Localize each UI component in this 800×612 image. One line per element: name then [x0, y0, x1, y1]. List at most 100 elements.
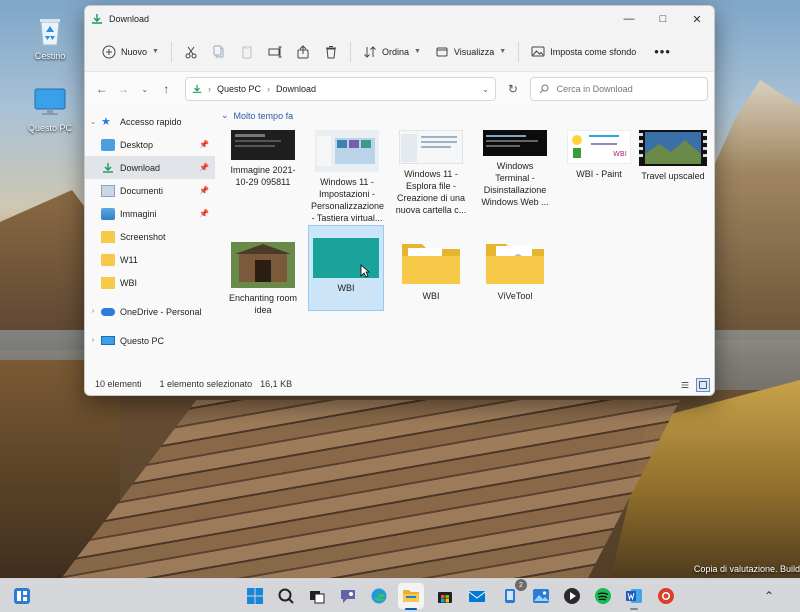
group-header[interactable]: ⌄ Molto tempo fa — [221, 110, 293, 121]
file-name: ViVeTool — [497, 291, 533, 301]
title-bar[interactable]: Download — □ ✕ — [85, 6, 714, 32]
paste-icon — [242, 45, 252, 58]
status-bar: 10 elementi 1 elemento selezionato 16,1 … — [85, 373, 714, 395]
sidebar-item-w11[interactable]: W11 — [85, 248, 215, 271]
desktop-this-pc[interactable]: Questo PC — [20, 84, 80, 133]
breadcrumb-download[interactable]: Download — [276, 84, 316, 94]
pin-icon: 📌 — [199, 163, 209, 172]
spotify-button[interactable] — [590, 583, 616, 609]
file-name: Travel upscaled — [641, 171, 705, 181]
widgets-button[interactable] — [9, 583, 35, 609]
file-explorer-button[interactable] — [398, 583, 424, 610]
windows-logo-icon — [247, 588, 263, 604]
chevron-down-icon: ▼ — [499, 48, 507, 55]
large-icons-view-icon[interactable] — [696, 378, 710, 392]
word-button[interactable] — [621, 583, 647, 610]
file-list: ⌄ Molto tempo fa Immagine 2021-10-29 095… — [215, 106, 714, 376]
chevron-down-icon: ▼ — [152, 48, 159, 55]
copy-icon — [213, 45, 224, 57]
close-button[interactable]: ✕ — [680, 6, 714, 32]
store-button[interactable] — [432, 583, 458, 609]
breadcrumb-separator: › — [208, 84, 211, 94]
address-history-chevron-icon[interactable]: ⌄ — [482, 84, 490, 95]
chevron-up-icon: ⌃ — [763, 589, 775, 603]
sidebar-item-documents[interactable]: Documenti 📌 — [85, 179, 215, 202]
photos-button[interactable] — [528, 583, 554, 609]
file-tile[interactable]: Windows Terminal - Disinstallazione Wind… — [479, 124, 551, 208]
set-wallpaper-label: Imposta come sfondo — [550, 46, 637, 57]
mail-app-button[interactable]: 2 — [497, 579, 527, 609]
sort-label: Ordina — [381, 46, 409, 57]
photos-icon — [533, 589, 549, 603]
start-button[interactable] — [242, 583, 268, 609]
file-tile[interactable]: Windows 11 - Esplora file - Creazione di… — [395, 124, 467, 216]
task-view-button[interactable] — [304, 583, 330, 609]
cut-button[interactable] — [177, 39, 205, 65]
rename-button[interactable] — [261, 39, 289, 65]
forward-button[interactable]: → — [113, 82, 135, 96]
more-options-button[interactable]: ••• — [647, 39, 678, 65]
search-taskbar-button[interactable] — [273, 583, 299, 609]
details-view-icon[interactable] — [678, 378, 692, 392]
refresh-button[interactable]: ↻ — [502, 82, 524, 96]
edge-button[interactable] — [366, 583, 392, 609]
sidebar-item-download[interactable]: Download 📌 — [85, 156, 215, 179]
file-tile[interactable]: WBI WBI - Paint — [563, 124, 635, 180]
group-header-label: Molto tempo fa — [233, 110, 294, 121]
sidebar-item-label: Accesso rapido — [120, 116, 182, 127]
recorder-button[interactable] — [653, 583, 679, 609]
maximize-button[interactable]: □ — [646, 6, 680, 32]
mail-button[interactable] — [464, 583, 490, 609]
download-icon — [192, 84, 202, 93]
media-player-button[interactable] — [559, 583, 585, 609]
download-folder-icon — [103, 162, 113, 173]
paste-button[interactable] — [233, 39, 261, 65]
file-tile[interactable]: Immagine 2021-10-29 095811 — [227, 124, 299, 188]
file-tile[interactable]: Windows 11 - Impostazioni - Personalizza… — [311, 124, 385, 224]
back-button[interactable]: ← — [91, 82, 113, 96]
window-body: ⌄ ★ Accesso rapido Desktop 📌 Download 📌 … — [85, 106, 714, 376]
minimize-button[interactable]: — — [612, 6, 646, 32]
delete-button[interactable] — [317, 39, 345, 65]
trash-icon — [325, 45, 336, 58]
search-box[interactable]: Cerca in Download — [529, 77, 708, 101]
address-bar[interactable]: › Questo PC › Download ⌄ — [185, 77, 497, 101]
sidebar-item-screenshot[interactable]: Screenshot — [85, 225, 215, 248]
file-name: WBI — [337, 283, 355, 293]
running-indicator — [630, 608, 638, 610]
chevron-right-icon[interactable]: › — [85, 337, 101, 344]
spotify-icon — [595, 588, 611, 604]
breadcrumb-this-pc[interactable]: Questo PC — [217, 84, 261, 94]
sidebar-item-this-pc[interactable]: › Questo PC — [85, 329, 215, 352]
file-name: WBI - Paint — [576, 169, 622, 179]
new-button[interactable]: Nuovo ▼ — [95, 39, 166, 65]
share-button[interactable] — [289, 39, 317, 65]
command-bar: Nuovo ▼ Ordina ▼ Visualizza ▼ Imposta co… — [85, 32, 714, 72]
sidebar-item-desktop[interactable]: Desktop 📌 — [85, 133, 215, 156]
toolbar-divider — [518, 41, 520, 62]
sidebar-item-onedrive[interactable]: › OneDrive - Personal — [85, 300, 215, 323]
file-name: Windows 11 - Impostazioni - Personalizza… — [311, 177, 385, 223]
sidebar-item-pictures[interactable]: Immagini 📌 — [85, 202, 215, 225]
file-tile[interactable]: Travel upscaled — [637, 124, 709, 182]
chevron-down-icon[interactable]: ⌄ — [85, 118, 101, 126]
copy-button[interactable] — [205, 39, 233, 65]
sort-button[interactable]: Ordina ▼ — [356, 39, 428, 65]
recent-locations-button[interactable]: ⌄ — [134, 85, 156, 94]
up-button[interactable]: ↑ — [156, 82, 178, 96]
file-tile[interactable]: WBI — [395, 232, 467, 302]
download-icon — [92, 14, 102, 24]
paint-thumbnail: WBI — [567, 130, 631, 164]
desktop-folder-icon — [101, 138, 115, 151]
show-hidden-icons-button[interactable]: ⌃ — [756, 583, 782, 609]
sidebar-item-wbi[interactable]: WBI — [85, 271, 215, 294]
sidebar-item-quick-access[interactable]: ⌄ ★ Accesso rapido — [85, 110, 215, 133]
set-wallpaper-button[interactable]: Imposta come sfondo — [524, 39, 643, 65]
file-tile-selected[interactable]: WBI — [308, 225, 384, 311]
teams-chat-button[interactable] — [335, 583, 361, 609]
file-tile[interactable]: Enchanting room idea — [227, 236, 299, 316]
view-button[interactable]: Visualizza ▼ — [428, 39, 513, 65]
chevron-right-icon[interactable]: › — [85, 308, 101, 315]
file-tile[interactable]: ViVeTool — [479, 232, 551, 302]
desktop-recycle-bin[interactable]: Cestino — [20, 12, 80, 61]
